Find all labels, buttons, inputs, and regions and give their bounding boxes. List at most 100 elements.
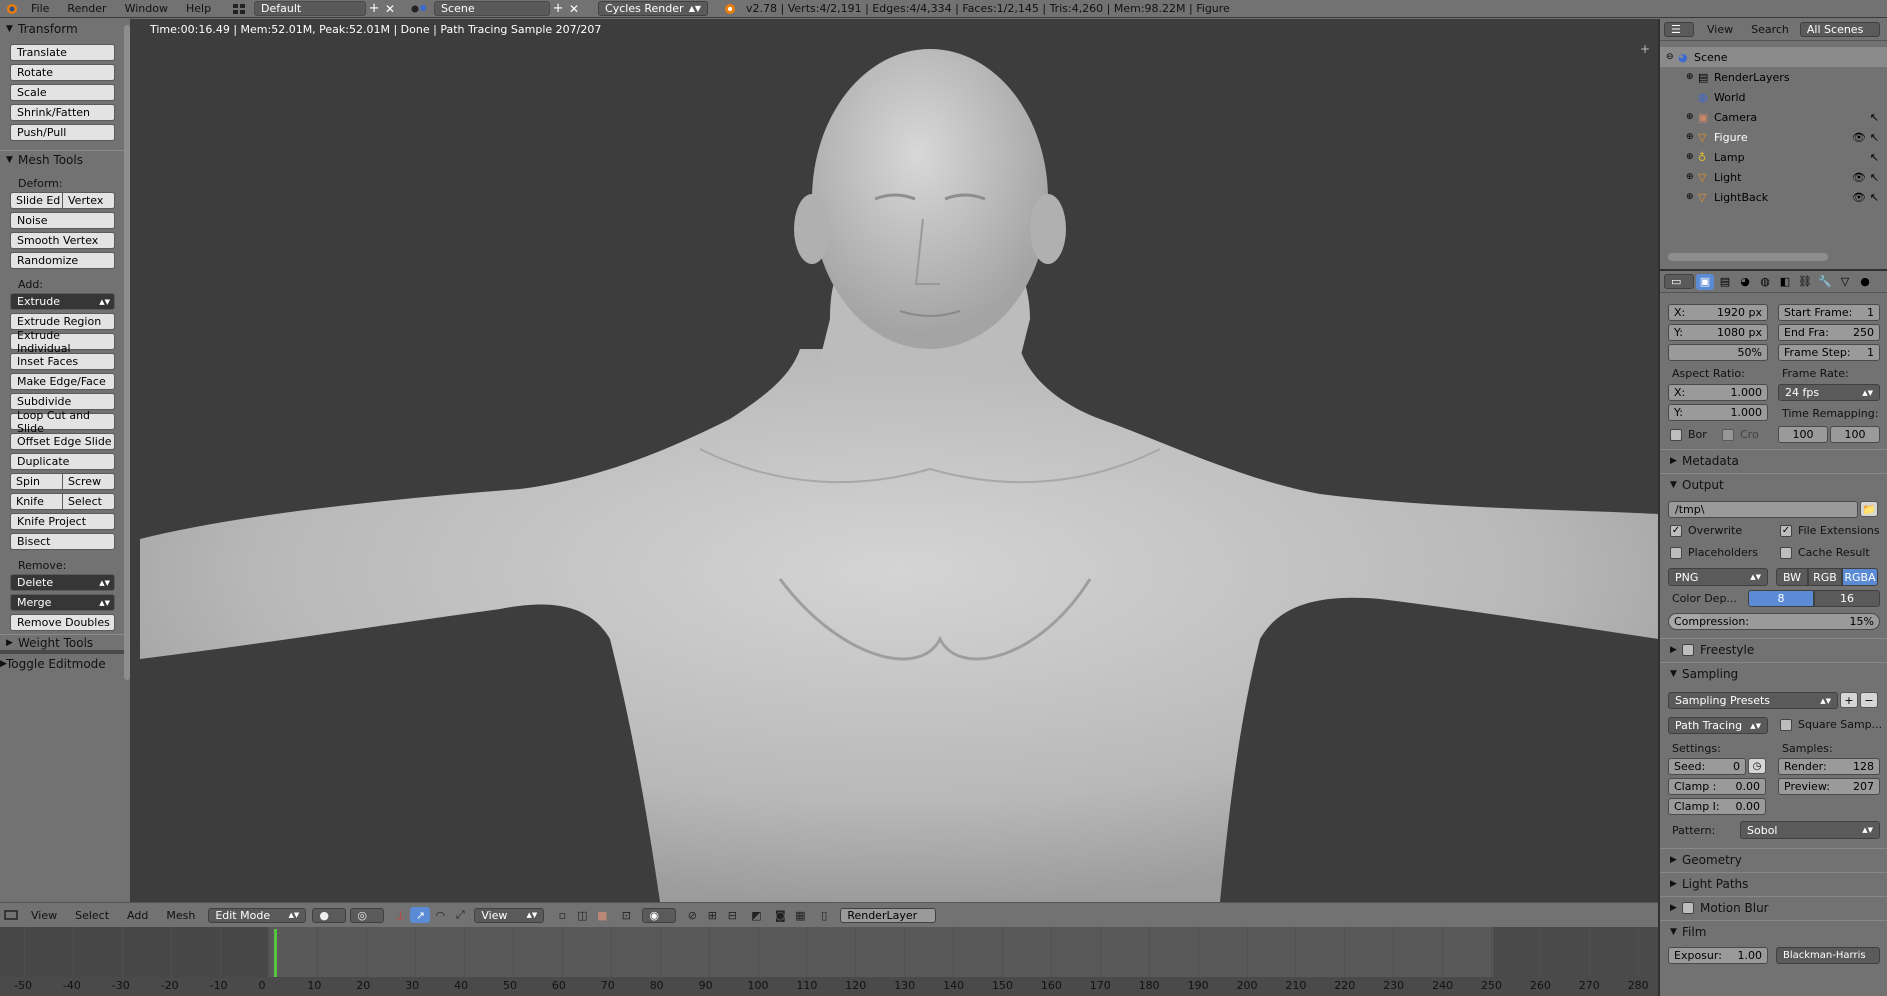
- folder-browse-icon[interactable]: 📁: [1860, 501, 1878, 517]
- scene-selector-icon[interactable]: [404, 1, 434, 17]
- merge-dropdown[interactable]: Merge ▲▼: [10, 594, 115, 611]
- duplicate-button[interactable]: Duplicate: [10, 453, 115, 470]
- render-samples-field[interactable]: Render: 128: [1778, 758, 1880, 775]
- edge-select-icon[interactable]: ◫: [572, 907, 592, 923]
- outliner-type-dropdown[interactable]: ☰: [1664, 22, 1694, 37]
- outliner-item-lamp[interactable]: ⊕ ♁ Lamp ↖: [1660, 147, 1887, 167]
- clamp-direct-field[interactable]: Clamp : 0.00: [1668, 778, 1766, 795]
- bisect-button[interactable]: Bisect: [10, 533, 115, 550]
- noise-button[interactable]: Noise: [10, 212, 115, 229]
- remove-doubles-button[interactable]: Remove Doubles: [10, 614, 115, 631]
- color-bw-button[interactable]: BW: [1776, 568, 1808, 586]
- add-scene-icon[interactable]: +: [550, 1, 566, 17]
- world-tab-icon[interactable]: ◍: [1756, 274, 1774, 290]
- shrink-fatten-button[interactable]: Shrink/Fatten: [10, 104, 115, 121]
- shading-dropdown[interactable]: ●: [312, 907, 347, 923]
- snap-element-icon[interactable]: ⊟: [722, 907, 742, 923]
- snap-icon[interactable]: ⊘: [682, 907, 702, 923]
- pivot-dropdown[interactable]: ◎: [350, 907, 385, 923]
- proportional-edit-dropdown[interactable]: ◉: [642, 907, 677, 923]
- resolution-percentage-field[interactable]: 50%: [1668, 344, 1768, 361]
- translate-button[interactable]: Translate: [10, 44, 115, 61]
- extrude-dropdown[interactable]: Extrude ▲▼: [10, 293, 115, 310]
- knife-project-button[interactable]: Knife Project: [10, 513, 115, 530]
- viewport-corner-plus-icon[interactable]: +: [1640, 42, 1650, 56]
- scene-name-field[interactable]: Scene: [434, 1, 551, 16]
- smooth-vertex-button[interactable]: Smooth Vertex: [10, 232, 115, 249]
- remove-scene-icon[interactable]: ✕: [566, 1, 582, 17]
- panel-header-light-paths[interactable]: ▶ Light Paths: [1660, 872, 1887, 894]
- time-remap-old-field[interactable]: 100: [1778, 426, 1828, 443]
- material-tab-icon[interactable]: ●: [1856, 274, 1874, 290]
- panel-header-mesh-tools[interactable]: ▼ Mesh Tools: [0, 150, 130, 169]
- color-rgb-button[interactable]: RGB: [1808, 568, 1842, 586]
- resolution-y-field[interactable]: Y: 1080 px: [1668, 324, 1768, 341]
- editor-type-icon[interactable]: [0, 907, 22, 923]
- overwrite-checkbox[interactable]: ✓ Overwrite: [1670, 524, 1742, 537]
- start-frame-field[interactable]: Start Frame: 1: [1778, 304, 1880, 321]
- menu-file[interactable]: File: [22, 2, 58, 15]
- add-layout-icon[interactable]: +: [366, 1, 382, 17]
- loop-cut-button[interactable]: Loop Cut and Slide: [10, 409, 115, 435]
- object-tab-icon[interactable]: ◧: [1776, 274, 1794, 290]
- extrude-region-button[interactable]: Extrude Region: [10, 313, 115, 330]
- crop-checkbox[interactable]: Cro: [1722, 428, 1759, 441]
- scale-button[interactable]: Scale: [10, 84, 115, 101]
- make-edge-face-button[interactable]: Make Edge/Face: [10, 373, 115, 390]
- extrude-individual-button[interactable]: Extrude Individual: [10, 329, 115, 355]
- outliner-scenes-dropdown[interactable]: All Scenes: [1799, 22, 1880, 37]
- knife-button[interactable]: Knife: [10, 493, 63, 510]
- visibility-eye-icon[interactable]: 👁: [1852, 191, 1866, 204]
- render-tab-icon[interactable]: ▣: [1696, 273, 1714, 290]
- data-tab-icon[interactable]: ▽: [1836, 274, 1854, 290]
- vertex-select-icon[interactable]: ▫: [552, 907, 572, 923]
- seed-field[interactable]: Seed: 0: [1668, 758, 1746, 775]
- slide-edge-button[interactable]: Slide Ed: [10, 192, 63, 209]
- outliner-item-lightback[interactable]: ⊕ ▽ LightBack 👁 ↖: [1660, 187, 1887, 207]
- menu-render[interactable]: Render: [58, 2, 115, 15]
- restrict-select-icon[interactable]: ↖: [1870, 131, 1879, 144]
- delete-dropdown[interactable]: Delete ▲▼: [10, 574, 115, 591]
- expand-icon[interactable]: ⊕: [1686, 172, 1698, 182]
- restrict-select-icon[interactable]: ↖: [1870, 191, 1879, 204]
- menu-view[interactable]: View: [22, 909, 66, 922]
- checkbox-box[interactable]: [1682, 643, 1694, 656]
- restrict-select-icon[interactable]: ↖: [1870, 151, 1879, 164]
- resolution-x-field[interactable]: X: 1920 px: [1668, 304, 1768, 321]
- aspect-y-field[interactable]: Y: 1.000: [1668, 404, 1768, 421]
- outliner-item-renderlayers[interactable]: ⊕ ▤ RenderLayers: [1660, 67, 1887, 87]
- outliner-item-light[interactable]: ⊕ ▽ Light 👁 ↖: [1660, 167, 1887, 187]
- inset-faces-button[interactable]: Inset Faces: [10, 353, 115, 370]
- properties-type-dropdown[interactable]: ▭: [1664, 274, 1694, 289]
- outliner-search-menu[interactable]: Search: [1742, 23, 1798, 36]
- panel-header-metadata[interactable]: ▶ Metadata: [1660, 449, 1887, 471]
- snap-target-icon[interactable]: ⊞: [702, 907, 722, 923]
- opengl-anim-icon[interactable]: ▦: [790, 907, 810, 923]
- panel-header-film[interactable]: ▼ Film: [1660, 920, 1887, 942]
- subdivide-button[interactable]: Subdivide: [10, 393, 115, 410]
- blender-logo-icon[interactable]: [2, 1, 22, 17]
- border-checkbox[interactable]: Bor: [1670, 428, 1707, 441]
- outliner-view-menu[interactable]: View: [1698, 23, 1742, 36]
- randomize-button[interactable]: Randomize: [10, 252, 115, 269]
- panel-header-output[interactable]: ▼ Output: [1660, 473, 1887, 495]
- restrict-select-icon[interactable]: ↖: [1870, 111, 1879, 124]
- expand-icon[interactable]: ⊕: [1686, 192, 1698, 202]
- visibility-eye-icon[interactable]: 👁: [1852, 131, 1866, 144]
- preview-samples-field[interactable]: Preview: 207: [1778, 778, 1880, 795]
- outliner-item-world[interactable]: ◍ World: [1660, 87, 1887, 107]
- menu-add[interactable]: Add: [118, 909, 157, 922]
- timeline[interactable]: -50 -40 -30 -20 -10 0 10 20 30 40 50 60 70 80 90 100 110…: [0, 927, 1658, 996]
- render-engine-dropdown[interactable]: Cycles Render ▲▼: [598, 1, 709, 16]
- output-path-input[interactable]: /tmp\: [1668, 501, 1858, 518]
- offset-edge-slide-button[interactable]: Offset Edge Slide: [10, 433, 115, 450]
- constraints-tab-icon[interactable]: ⛓: [1796, 274, 1814, 290]
- expand-icon[interactable]: ⊕: [1686, 112, 1698, 122]
- square-samples-checkbox[interactable]: Square Samp...: [1780, 718, 1882, 731]
- placeholders-checkbox[interactable]: Placeholders: [1670, 546, 1758, 559]
- remove-preset-icon[interactable]: −: [1860, 692, 1878, 708]
- restrict-select-icon[interactable]: ↖: [1870, 171, 1879, 184]
- render-layer-field[interactable]: RenderLayer: [840, 907, 937, 923]
- opengl-render-icon[interactable]: ◙: [770, 907, 790, 923]
- visibility-eye-icon[interactable]: 👁: [1852, 171, 1866, 184]
